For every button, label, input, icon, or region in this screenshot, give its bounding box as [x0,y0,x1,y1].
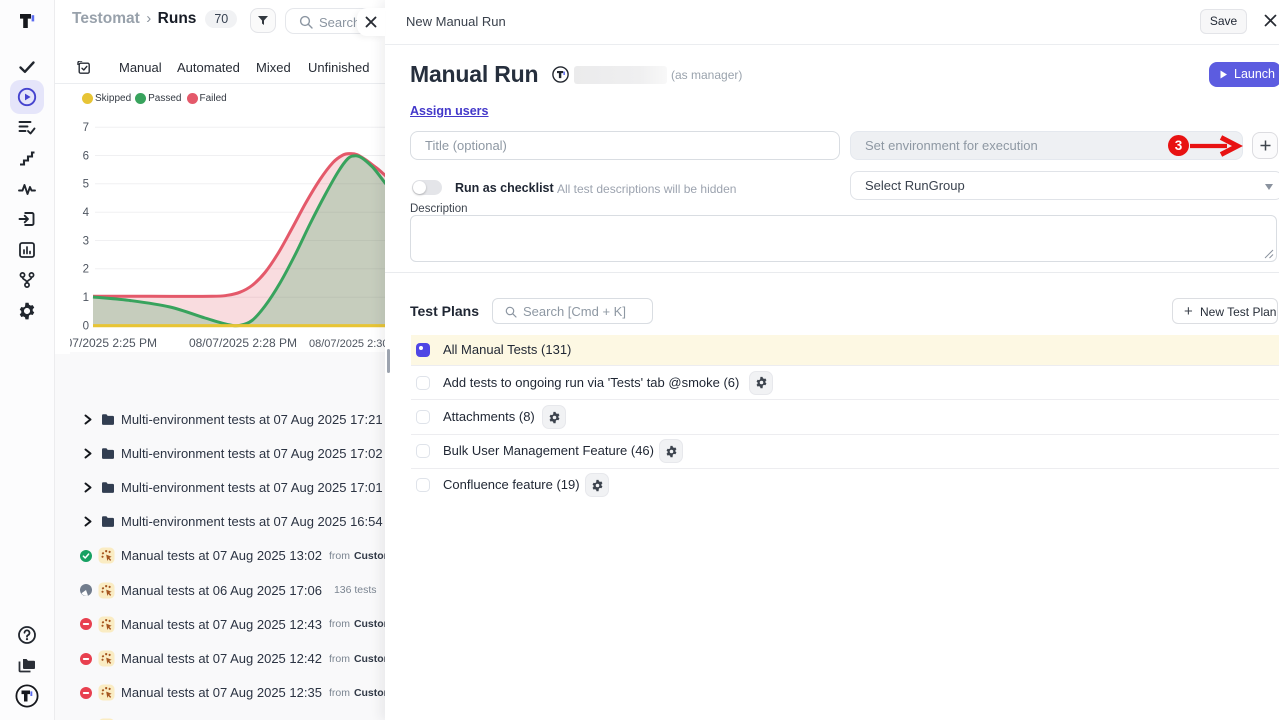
svg-text:5: 5 [83,179,89,191]
svg-text:3: 3 [83,235,89,247]
svg-text:4: 4 [83,207,90,219]
svg-text:08/07/2025 2:25 PM: 08/07/2025 2:25 PM [55,336,157,350]
svg-text:6: 6 [83,150,89,162]
svg-text:08/07/2025 2:28 PM: 08/07/2025 2:28 PM [189,336,297,350]
svg-text:0: 0 [83,320,89,332]
svg-text:1: 1 [83,292,89,304]
svg-text:7: 7 [83,122,89,134]
svg-text:2: 2 [83,264,89,276]
